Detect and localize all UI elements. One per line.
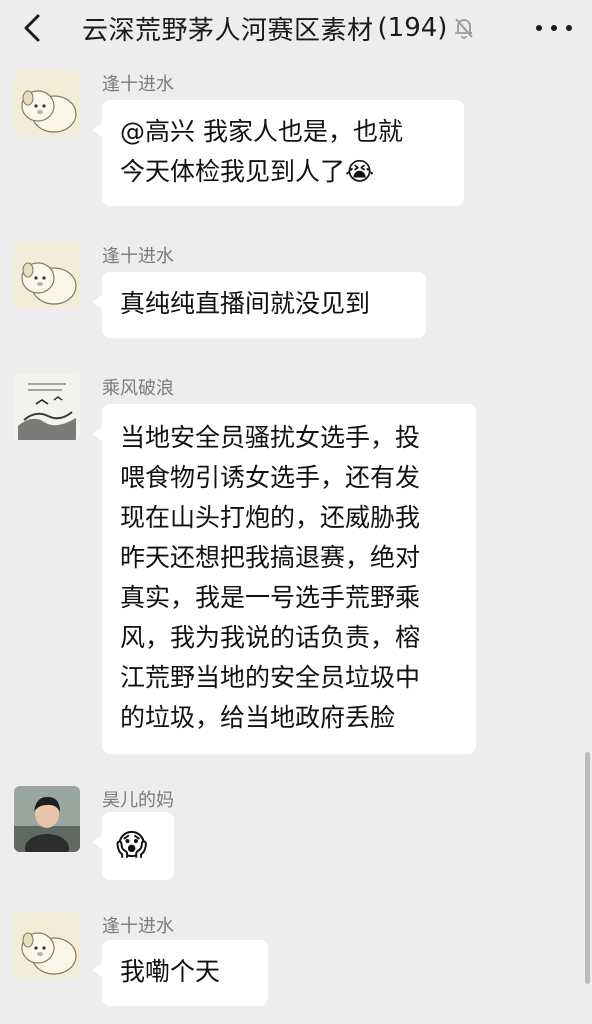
message-text-line: 😱 <box>116 828 148 863</box>
avatar[interactable] <box>14 912 80 978</box>
message-text-line: 江荒野当地的安全员垃圾中 <box>120 663 421 692</box>
sender-name: 逢十进水 <box>102 74 174 95</box>
avatar[interactable] <box>14 242 80 308</box>
message-text-line: 真纯纯直播间就没见到 <box>120 289 371 318</box>
sender-name: 逢十进水 <box>102 246 174 267</box>
message-text-line: 我嘞个天 <box>120 957 221 986</box>
sender-name: 昊儿的妈 <box>102 790 174 811</box>
message-text-line: 真实，我是一号选手荒野乘 <box>120 583 421 612</box>
scrollbar[interactable] <box>585 752 590 984</box>
message-text-line: 今天体检我见到人了😭 <box>120 157 375 186</box>
message-bubble[interactable]: @高兴 我家人也是，也就 今天体检我见到人了😭 <box>93 100 464 206</box>
bell-off-icon <box>453 16 475 40</box>
member-count: (194) <box>377 13 448 43</box>
message-text-line: 风，我为我说的话负责，榕 <box>120 623 421 652</box>
ink-painting-avatar-icon <box>14 374 80 440</box>
back-button[interactable] <box>14 10 50 46</box>
sender-name: 逢十进水 <box>102 916 174 937</box>
avatar[interactable] <box>14 374 80 440</box>
message-text-line: 现在山头打炮的，还威胁我 <box>120 503 421 532</box>
chevron-left-icon <box>24 14 40 42</box>
message-bubble[interactable]: 😱 <box>93 812 174 880</box>
message-text-line: 喂食物引诱女选手，还有发 <box>120 463 421 492</box>
message-bubble[interactable]: 我嘞个天 <box>93 940 268 1006</box>
avatar[interactable] <box>14 786 80 852</box>
message-bubble[interactable]: 真纯纯直播间就没见到 <box>93 272 426 338</box>
more-dots-icon <box>536 25 542 31</box>
avatar[interactable] <box>14 70 80 136</box>
sender-name: 乘风破浪 <box>102 378 174 399</box>
more-options-button[interactable] <box>536 14 572 42</box>
message-text-line: 的垃圾，给当地政府丢脸 <box>120 703 396 732</box>
cartoon-dog-avatar-icon <box>14 70 80 136</box>
message-text-line: 当地安全员骚扰女选手，投 <box>120 423 421 452</box>
chat-title-area[interactable]: 云深荒野茅人河赛区素材 (194) <box>82 8 522 48</box>
message-bubble[interactable]: 当地安全员骚扰女选手，投 喂食物引诱女选手，还有发 现在山头打炮的，还威胁我 昨… <box>93 404 476 754</box>
person-photo-avatar-icon <box>14 786 80 852</box>
cartoon-dog-avatar-icon <box>14 242 80 308</box>
message-text-line: @高兴 我家人也是，也就 <box>120 117 403 146</box>
group-name: 云深荒野茅人河赛区素材 <box>82 15 374 46</box>
chat-header: 云深荒野茅人河赛区素材 (194) <box>0 0 592 56</box>
message-text-line: 昨天还想把我搞退赛，绝对 <box>120 543 421 572</box>
cartoon-dog-avatar-icon <box>14 912 80 978</box>
